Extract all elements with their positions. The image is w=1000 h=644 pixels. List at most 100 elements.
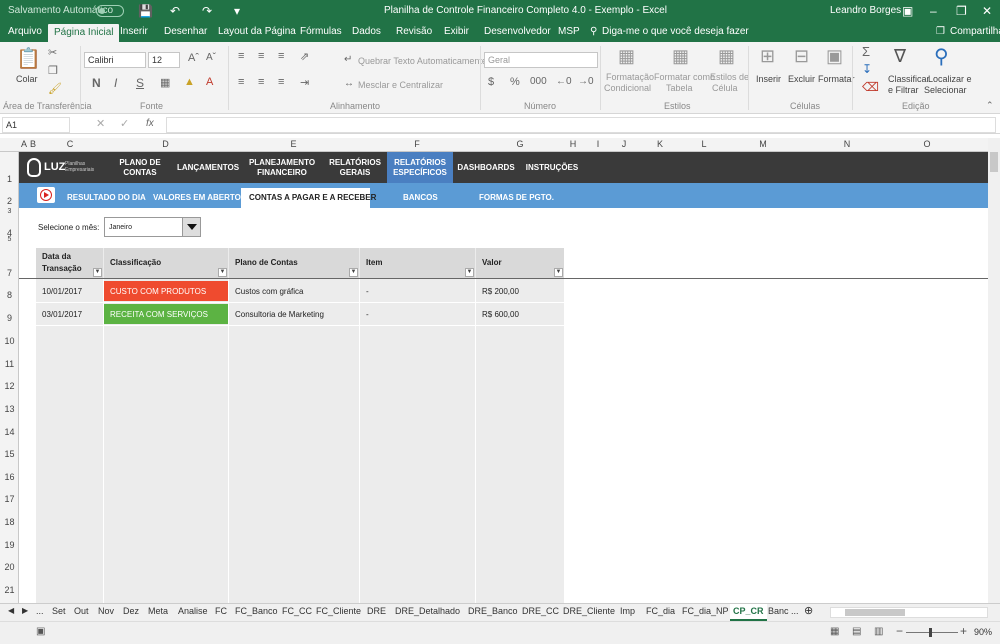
format-cells-icon[interactable]: ▣ — [826, 46, 843, 67]
macro-record-icon[interactable]: ▣ — [36, 626, 45, 637]
filter-dropdown-icon[interactable]: ▼ — [349, 268, 358, 277]
column-classificacao[interactable]: Classificação ▼ — [104, 248, 228, 278]
column-header[interactable]: H — [565, 139, 581, 149]
formula-input[interactable] — [166, 117, 996, 133]
number-format-select[interactable]: Geral — [484, 52, 598, 68]
name-box[interactable]: A1 — [2, 117, 70, 133]
bold-button[interactable]: N — [92, 76, 101, 90]
tab-formulas[interactable]: Fórmulas — [300, 26, 342, 37]
zoom-out-icon[interactable]: − — [896, 624, 903, 638]
sheet-tab[interactable]: Meta — [148, 606, 168, 616]
sheet-tab[interactable]: Banc ... — [768, 606, 799, 616]
row-header[interactable]: 10 — [0, 336, 19, 346]
column-header[interactable]: O — [889, 139, 965, 149]
cell-plano-de-contas[interactable]: Consultoria de Marketing — [229, 304, 359, 324]
currency-icon[interactable]: $ — [488, 76, 494, 88]
ribbon-display-icon[interactable]: ▣ — [902, 4, 913, 18]
row-header[interactable]: 18 — [0, 517, 19, 527]
sheet-tab[interactable]: Imp — [620, 606, 635, 616]
cond-format-button-line2[interactable]: Condicional — [604, 83, 651, 93]
sheet-tab[interactable]: FC_Banco — [235, 606, 278, 616]
normal-view-icon[interactable]: ▦ — [830, 626, 839, 637]
subnav-valores-em-aberto[interactable]: VALORES EM ABERTO — [153, 193, 241, 202]
maximize-icon[interactable]: ❐ — [956, 4, 967, 18]
row-header[interactable]: 5 — [0, 236, 19, 243]
sheet-tab[interactable]: Nov — [98, 606, 114, 616]
align-right-icon[interactable]: ≡ — [278, 76, 284, 88]
paste-icon[interactable]: 📋 — [16, 46, 41, 71]
sort-filter-icon[interactable]: ∇ — [894, 46, 906, 67]
insert-function-button[interactable]: fx — [146, 118, 154, 129]
undo-icon[interactable]: ↶ — [170, 4, 180, 18]
filter-dropdown-icon[interactable]: ▼ — [93, 268, 102, 277]
tab-msp[interactable]: MSP — [558, 26, 580, 37]
subnav-resultado-do-dia[interactable]: RESULTADO DO DIA — [67, 193, 146, 202]
row-header[interactable]: 20 — [0, 562, 19, 572]
row-header[interactable]: 19 — [0, 540, 19, 550]
tell-me-input[interactable]: Diga-me o que você deseja fazer — [602, 26, 749, 37]
sheet-tab[interactable]: Set — [52, 606, 66, 616]
find-select-button-line1[interactable]: Localizar e — [928, 74, 972, 84]
insert-cells-icon[interactable]: ⊞ — [760, 46, 775, 67]
column-header[interactable]: G — [475, 139, 565, 149]
nav-planejamento-financeiro[interactable]: PLANEJAMENTO FINANCEIRO — [247, 158, 317, 178]
minimize-icon[interactable]: – — [930, 4, 937, 18]
merge-icon[interactable]: ↔ — [344, 78, 354, 89]
tab-layout[interactable]: Layout da Página — [218, 26, 296, 37]
copy-icon[interactable]: ❐ — [48, 64, 58, 77]
underline-button[interactable]: S — [136, 76, 144, 90]
row-header[interactable]: 9 — [0, 313, 19, 323]
find-select-button-line2[interactable]: Selecionar — [924, 85, 967, 95]
page-break-icon[interactable]: ▥ — [874, 626, 883, 637]
row-header[interactable]: 2 — [0, 196, 19, 206]
align-middle-icon[interactable]: ≡ — [258, 50, 264, 62]
scroll-left-icon[interactable]: ◀ — [8, 606, 14, 615]
column-header[interactable]: B — [29, 139, 37, 149]
font-size-select[interactable]: 12 — [148, 52, 180, 68]
sheet-tab[interactable]: FC — [215, 606, 227, 616]
sheet-tab[interactable]: FC_dia — [646, 606, 675, 616]
row-header[interactable]: 1 — [0, 174, 19, 184]
font-color-icon[interactable]: A — [206, 76, 213, 88]
sort-filter-button-line2[interactable]: e Filtrar — [888, 85, 919, 95]
row-header[interactable]: 14 — [0, 427, 19, 437]
row-header[interactable]: 13 — [0, 404, 19, 414]
cond-format-icon[interactable]: ▦ — [618, 46, 635, 67]
column-header[interactable]: C — [37, 139, 103, 149]
wrap-text-button[interactable]: Quebrar Texto Automaticamente — [358, 56, 487, 66]
column-header[interactable]: E — [228, 139, 359, 149]
cell-styles-button-line1[interactable]: Estilos de — [710, 72, 749, 82]
sheet-tab[interactable]: DRE_CC — [522, 606, 559, 616]
column-header[interactable]: A — [19, 139, 29, 149]
column-header[interactable]: K — [633, 139, 687, 149]
column-plano-de-contas[interactable]: Plano de Contas ▼ — [229, 248, 359, 278]
filter-dropdown-icon[interactable]: ▼ — [465, 268, 474, 277]
nav-plano-de-contas[interactable]: PLANO DE CONTAS — [111, 158, 169, 178]
sheet-tab[interactable]: DRE_Detalhado — [395, 606, 460, 616]
cell-styles-icon[interactable]: ▦ — [718, 46, 735, 67]
sheet-tab[interactable]: Out — [74, 606, 89, 616]
sheet-tab[interactable]: FC_Cliente — [316, 606, 361, 616]
tab-pagina-inicial[interactable]: Página Inicial — [48, 24, 120, 42]
classification-badge[interactable]: CUSTO COM PRODUTOS — [104, 281, 228, 301]
column-item[interactable]: Item ▼ — [360, 248, 475, 278]
cut-icon[interactable]: ✂ — [48, 46, 57, 59]
percent-icon[interactable]: % — [510, 76, 520, 88]
row-header[interactable]: 3 — [0, 208, 19, 215]
tab-dados[interactable]: Dados — [352, 26, 381, 37]
format-table-button-line2[interactable]: Tabela — [666, 83, 693, 93]
cell-item[interactable]: - — [360, 304, 475, 324]
filter-dropdown-icon[interactable]: ▼ — [218, 268, 227, 277]
filter-dropdown-icon[interactable]: ▼ — [554, 268, 563, 277]
fill-icon[interactable]: ↧ — [862, 62, 872, 76]
cond-format-button-line1[interactable]: Formatação — [606, 72, 654, 82]
cancel-icon[interactable]: ✕ — [96, 117, 105, 130]
sheet-tab[interactable]: ... — [36, 606, 44, 616]
share-button[interactable]: Compartilhar — [950, 26, 1000, 37]
column-header[interactable]: J — [615, 139, 633, 149]
nav-lancamentos[interactable]: LANÇAMENTOS — [173, 163, 243, 173]
column-header[interactable]: F — [359, 139, 475, 149]
column-header[interactable]: I — [581, 139, 615, 149]
tab-arquivo[interactable]: Arquivo — [8, 26, 42, 37]
subnav-formas-pgto[interactable]: FORMAS DE PGTO. — [479, 193, 554, 202]
